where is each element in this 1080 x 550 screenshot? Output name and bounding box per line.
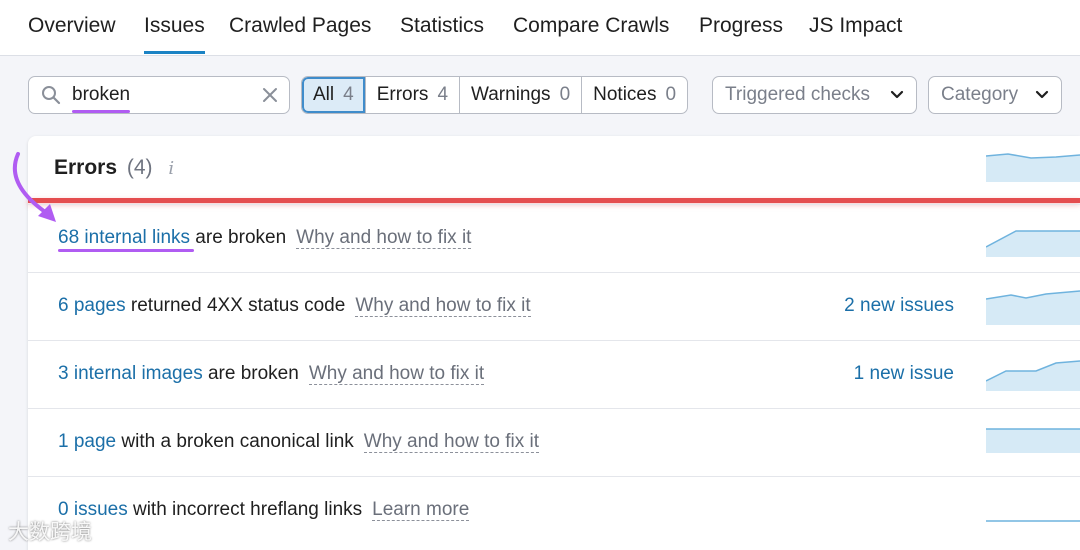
- issue-link[interactable]: 3 internal images: [58, 363, 203, 384]
- issue-row: 68 internal links are broken Why and how …: [28, 204, 1080, 272]
- issue-type-filter: All 4 Errors 4 Warnings 0 Notices 0: [301, 76, 689, 114]
- info-icon[interactable]: i: [168, 158, 174, 179]
- issue-description: are broken: [190, 227, 287, 248]
- tab-progress[interactable]: Progress: [699, 14, 783, 38]
- issue-trend-sparkline: [986, 230, 1080, 257]
- errors-section-header: Errors (4) i: [54, 156, 174, 180]
- search-box: [28, 76, 290, 114]
- top-nav: Overview Issues Crawled Pages Statistics…: [0, 0, 1080, 56]
- filter-errors-button[interactable]: Errors 4: [366, 77, 461, 113]
- link-highlight-underline: [58, 249, 194, 252]
- learn-more-link[interactable]: Learn more: [372, 499, 470, 521]
- category-dropdown[interactable]: Category: [928, 76, 1062, 114]
- issue-link[interactable]: 6 pages: [58, 295, 126, 316]
- issue-row: 3 internal images are broken Why and how …: [28, 340, 1080, 408]
- issue-link[interactable]: 68 internal links: [58, 227, 190, 248]
- issues-card: Errors (4) i 68 internal links are broke…: [28, 136, 1080, 550]
- search-highlight-underline: [72, 110, 130, 113]
- why-fix-link[interactable]: Why and how to fix it: [296, 227, 472, 249]
- why-fix-link[interactable]: Why and how to fix it: [308, 363, 485, 385]
- issue-row: 0 issues with incorrect hreflang links Le…: [28, 476, 1080, 544]
- issue-text: 3 internal images are broken Why and how …: [58, 363, 485, 385]
- filter-warnings-count: 0: [559, 84, 571, 105]
- chevron-down-icon: [890, 90, 904, 99]
- issue-text: 1 page with a broken canonical link Why a…: [58, 431, 540, 453]
- issue-trend-sparkline: [986, 360, 1080, 391]
- close-icon[interactable]: [261, 86, 279, 104]
- new-issues-link[interactable]: 2 new issues: [844, 295, 954, 317]
- tab-compare-crawls[interactable]: Compare Crawls: [513, 14, 669, 38]
- issue-trend-sparkline: [986, 428, 1080, 453]
- new-issues-link[interactable]: 1 new issue: [854, 363, 954, 385]
- triggered-checks-label: Triggered checks: [725, 84, 871, 105]
- search-icon: [42, 86, 61, 105]
- tab-crawled-pages[interactable]: Crawled Pages: [229, 14, 371, 38]
- watermark: 大数跨境: [8, 520, 92, 544]
- filter-warnings-button[interactable]: Warnings 0: [460, 77, 583, 113]
- tab-js-impact[interactable]: JS Impact: [809, 14, 902, 38]
- why-fix-link[interactable]: Why and how to fix it: [355, 295, 531, 317]
- filter-all-count: 4: [343, 84, 354, 105]
- issue-description: are broken: [202, 363, 299, 384]
- category-label: Category: [941, 84, 1019, 105]
- why-fix-link[interactable]: Why and how to fix it: [363, 431, 540, 453]
- errors-severity-line: [28, 198, 1080, 203]
- filter-errors-label: Errors: [376, 84, 429, 105]
- issue-text: 6 pages returned 4XX status code Why and …: [58, 295, 531, 317]
- filter-notices-count: 0: [665, 84, 677, 105]
- issue-row: 1 page with a broken canonical link Why a…: [28, 408, 1080, 476]
- issue-link[interactable]: 1 page: [58, 431, 116, 452]
- chevron-down-icon: [1035, 90, 1049, 99]
- issue-description: with incorrect hreflang links: [127, 499, 363, 520]
- issue-trend-sparkline: [986, 520, 1080, 522]
- issue-text: 0 issues with incorrect hreflang links Le…: [58, 499, 470, 521]
- issue-description: returned 4XX status code: [125, 295, 346, 316]
- filter-all-label: All: [313, 84, 335, 105]
- issue-description: with a broken canonical link: [116, 431, 354, 452]
- filter-notices-label: Notices: [593, 84, 657, 105]
- errors-trend-sparkline: [986, 153, 1080, 182]
- issue-row: 6 pages returned 4XX status code Why and …: [28, 272, 1080, 340]
- search-input[interactable]: [72, 82, 252, 108]
- errors-title: Errors: [54, 156, 118, 179]
- filter-all-button[interactable]: All 4: [302, 77, 366, 113]
- issue-trend-sparkline: [986, 290, 1080, 325]
- filter-notices-button[interactable]: Notices 0: [582, 77, 687, 113]
- tab-overview[interactable]: Overview: [28, 14, 116, 38]
- tab-statistics[interactable]: Statistics: [400, 14, 484, 38]
- filter-warnings-label: Warnings: [471, 84, 551, 105]
- triggered-checks-dropdown[interactable]: Triggered checks: [712, 76, 917, 114]
- issue-text: 68 internal links are broken Why and how …: [58, 227, 472, 249]
- tab-issues[interactable]: Issues: [144, 14, 205, 54]
- filter-errors-count: 4: [437, 84, 449, 105]
- errors-count: (4): [126, 156, 153, 179]
